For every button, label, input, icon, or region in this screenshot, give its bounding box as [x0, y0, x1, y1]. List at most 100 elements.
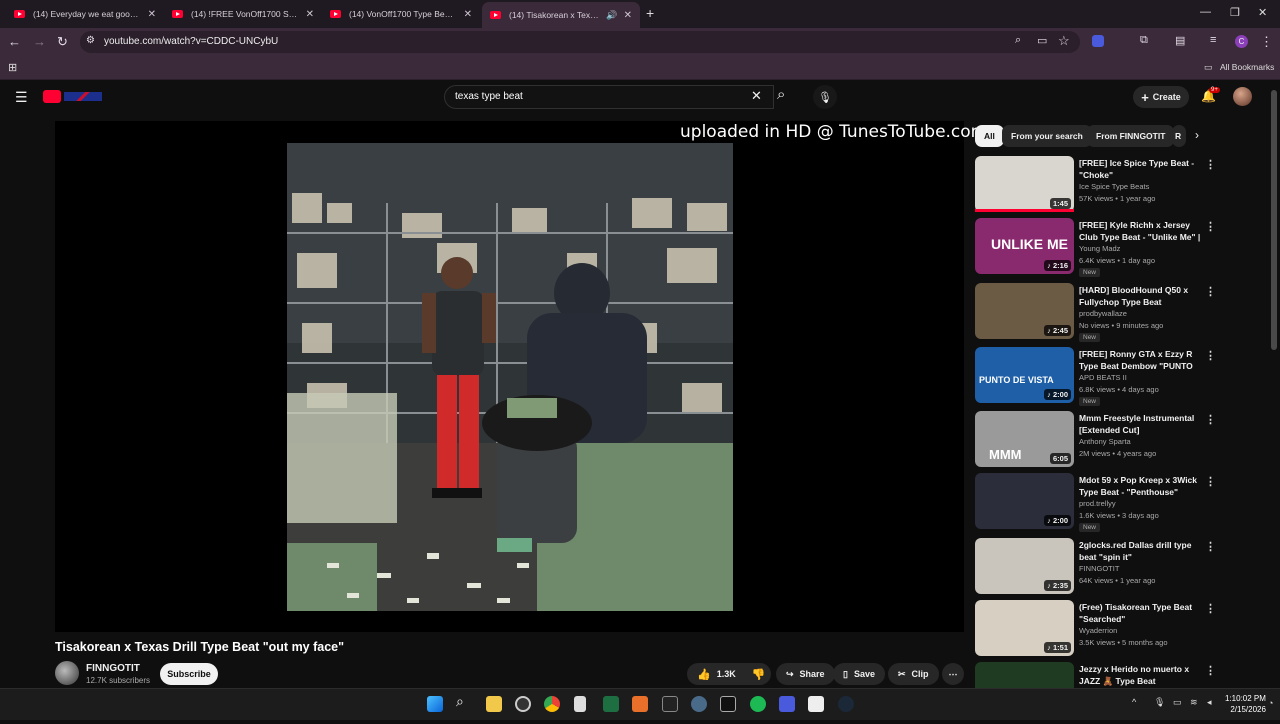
url-text[interactable]: youtube.com/watch?v=CDDC-UNCybU: [104, 36, 278, 47]
recommendation-channel[interactable]: Young Madz: [1079, 244, 1120, 253]
close-tab-icon[interactable]: ✕: [464, 9, 472, 20]
extensions-icon[interactable]: ⧉: [1140, 34, 1148, 47]
taskbar-search-icon[interactable]: ⌕: [456, 693, 464, 710]
notification-center-icon[interactable]: ◔: [1268, 698, 1273, 708]
back-icon[interactable]: ←: [8, 34, 21, 49]
side-panel-icon[interactable]: ▤: [1175, 34, 1185, 47]
save-button[interactable]: ▯ Save: [833, 663, 885, 685]
cast-icon[interactable]: ▭: [1037, 34, 1047, 47]
profile-avatar[interactable]: C: [1235, 35, 1248, 48]
more-options-icon[interactable]: ⋮: [1205, 475, 1216, 488]
thumbs-up-icon[interactable]: 👍: [697, 668, 711, 681]
recommendation-channel[interactable]: FINNGOTIT: [1079, 564, 1119, 573]
recommendation-thumbnail[interactable]: UNLIKE ME ♪ 2:16: [975, 218, 1074, 274]
settings-gear-icon[interactable]: [691, 696, 707, 712]
volume-icon[interactable]: ◂: [1207, 697, 1212, 708]
more-options-icon[interactable]: ⋮: [1205, 285, 1216, 298]
app-shield-icon[interactable]: [779, 696, 795, 712]
more-options-icon[interactable]: ⋮: [1205, 158, 1216, 171]
terminal-icon[interactable]: [603, 696, 619, 712]
video-frame-image[interactable]: [287, 143, 733, 611]
chevron-right-icon[interactable]: ›: [1195, 128, 1199, 142]
bookmark-star-icon[interactable]: ☆: [1058, 33, 1070, 49]
chip-from-your-search[interactable]: From your search: [1002, 125, 1092, 147]
zoom-icon[interactable]: ⌕: [1015, 34, 1021, 47]
recommendation-item[interactable]: MMM 6:05 Mmm Freestyle Instrumental [Exten…: [975, 411, 1216, 473]
more-options-icon[interactable]: ⋮: [1205, 602, 1216, 615]
spotify-icon[interactable]: [750, 696, 766, 712]
recommendation-thumbnail[interactable]: MMM 6:05: [975, 411, 1074, 467]
start-windows-icon[interactable]: [427, 696, 443, 712]
recommendation-item[interactable]: ♪ 2:00 Mdot 59 x Pop Kreep x 3Wick Type B…: [975, 473, 1216, 535]
epic-games-icon[interactable]: [662, 696, 678, 712]
extension-shield-icon[interactable]: [1092, 35, 1104, 47]
tray-chevron-icon[interactable]: ^: [1132, 697, 1136, 707]
more-options-icon[interactable]: ⋮: [1205, 664, 1216, 677]
new-tab-icon[interactable]: +: [646, 5, 654, 21]
speaker-icon[interactable]: 🔊: [606, 10, 617, 21]
hamburger-menu-icon[interactable]: ☰: [15, 89, 28, 106]
mic-icon[interactable]: 🎙: [1154, 697, 1165, 708]
close-tab-icon[interactable]: ✕: [306, 9, 314, 20]
browser-tab[interactable]: (14) VonOff1700 Type Beat - "W ✕: [322, 2, 480, 26]
browser-tab[interactable]: (14) !FREE VonOff1700 Sample ✕: [164, 2, 322, 26]
close-tab-icon[interactable]: ✕: [148, 9, 156, 20]
channel-name[interactable]: FINNGOTIT: [86, 663, 140, 674]
restore-icon[interactable]: ❐: [1230, 6, 1240, 19]
apps-grid-icon[interactable]: ⊞: [8, 61, 17, 74]
more-options-icon[interactable]: ⋮: [1205, 220, 1216, 233]
app-a-icon[interactable]: [632, 696, 648, 712]
recommendation-title[interactable]: Jezzy x Herido no muerto x JAZZ 🧸 Type B…: [1079, 663, 1203, 687]
search-icon[interactable]: ⌕: [777, 86, 785, 103]
chrome-icon[interactable]: [544, 696, 560, 712]
browser-tab-active[interactable]: (14) Tisakorean x Texas Drill 🔊 ✕: [482, 2, 640, 28]
more-options-icon[interactable]: ⋮: [1205, 413, 1216, 426]
recommendation-channel[interactable]: Anthony Sparta: [1079, 437, 1131, 446]
chip-all[interactable]: All: [975, 125, 1004, 147]
app-g-icon[interactable]: [720, 696, 736, 712]
clear-search-icon[interactable]: ✕: [751, 88, 762, 104]
minimize-icon[interactable]: —: [1200, 6, 1211, 18]
recommendation-thumbnail[interactable]: 1:45: [975, 156, 1074, 212]
file-explorer-icon[interactable]: [486, 696, 502, 712]
steam-icon[interactable]: [838, 696, 854, 712]
recommendation-title[interactable]: [FREE] Kyle Richh x Jersey Club Type Bea…: [1079, 219, 1203, 243]
site-info-icon[interactable]: ⚙: [86, 35, 95, 46]
app-icon[interactable]: [515, 696, 531, 712]
recommendation-title[interactable]: [FREE] Ronny GTA x Ezzy R Type Beat Demb…: [1079, 348, 1203, 372]
youtube-logo-icon[interactable]: [43, 90, 61, 103]
browser-menu-icon[interactable]: ⋮: [1260, 34, 1273, 50]
page-scrollbar[interactable]: [1271, 90, 1277, 350]
recommendation-title[interactable]: (Free) Tisakorean Type Beat "Searched": [1079, 601, 1203, 625]
browser-tab[interactable]: (14) Everyday we eat good #he ✕: [6, 2, 164, 26]
channel-avatar[interactable]: [55, 661, 79, 685]
notes-icon[interactable]: [574, 696, 586, 712]
capcut-icon[interactable]: [808, 696, 824, 712]
recommendation-thumbnail[interactable]: ♪ 2:35: [975, 538, 1074, 594]
recommendation-title[interactable]: Mmm Freestyle Instrumental [Extended Cut…: [1079, 412, 1203, 436]
search-query-text[interactable]: texas type beat: [455, 91, 523, 102]
recommendation-channel[interactable]: prod.trellyy: [1079, 499, 1116, 508]
recommendation-channel[interactable]: prodbywallaze: [1079, 309, 1127, 318]
more-actions-button[interactable]: ⋯: [942, 663, 964, 685]
share-button[interactable]: ↪ Share: [776, 663, 835, 685]
thumbs-down-icon[interactable]: 👎: [752, 668, 766, 681]
recommendation-item[interactable]: ♪ 1:51 (Free) Tisakorean Type Beat "Searc…: [975, 600, 1216, 662]
reload-icon[interactable]: ↻: [57, 34, 68, 50]
recommendation-item[interactable]: UNLIKE ME ♪ 2:16 [FREE] Kyle Richh x Jerse…: [975, 218, 1216, 280]
system-clock[interactable]: 1:10:02 PM 2/15/2026: [1225, 693, 1266, 715]
voice-search-icon[interactable]: 🎙: [813, 85, 837, 109]
account-avatar[interactable]: [1233, 87, 1252, 106]
recommendation-item[interactable]: ♪ 2:45 [HARD] BloodHound Q50 x Fullychop …: [975, 283, 1216, 345]
media-controls-icon[interactable]: ≡: [1210, 34, 1216, 46]
recommendation-thumbnail[interactable]: ♪ 2:45: [975, 283, 1074, 339]
recommendation-item[interactable]: ♪ 2:35 2glocks.red Dallas drill type beat…: [975, 538, 1216, 600]
recommendation-title[interactable]: Mdot 59 x Pop Kreep x 3Wick Type Beat - …: [1079, 474, 1203, 498]
display-icon[interactable]: ▭: [1173, 697, 1182, 708]
forward-icon[interactable]: →: [33, 34, 46, 49]
subscribe-button[interactable]: Subscribe: [160, 663, 218, 685]
chip-from-channel[interactable]: From FINNGOTIT: [1087, 125, 1175, 147]
like-count[interactable]: 1.3K: [717, 669, 736, 679]
recommendation-channel[interactable]: APD BEATS II: [1079, 373, 1127, 382]
recommendation-item[interactable]: 1:45 [FREE] Ice Spice Type Beat - "Choke"…: [975, 156, 1216, 218]
